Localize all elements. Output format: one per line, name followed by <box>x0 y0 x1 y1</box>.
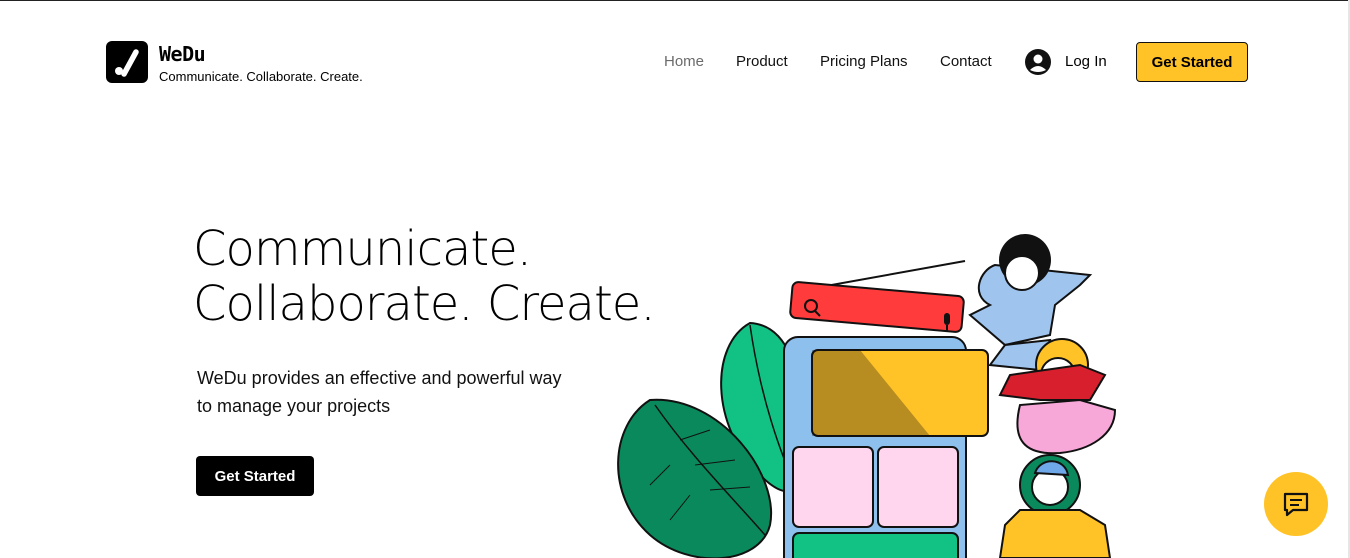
user-avatar-icon[interactable] <box>1025 49 1051 75</box>
microphone-icon <box>944 313 950 325</box>
hero-description: WeDu provides an effective and powerful … <box>197 368 562 416</box>
brand-name[interactable]: WeDu <box>159 42 206 66</box>
login-link[interactable]: Log In <box>1065 53 1107 70</box>
hero-title-line-1: Communicate. <box>193 221 532 277</box>
hero-title: Communicate. Collaborate. Create. <box>193 221 656 332</box>
hero-get-started-button[interactable]: Get Started <box>196 456 314 496</box>
people-illustration <box>968 234 1117 558</box>
hero-illustration <box>610 225 1130 558</box>
leaf-illustration <box>617 321 808 558</box>
logo-icon[interactable] <box>106 41 148 83</box>
chat-button[interactable] <box>1264 472 1328 536</box>
brand-tagline: Communicate. Collaborate. Create. <box>159 69 363 84</box>
hero-title-line-2: Collaborate. Create. <box>193 276 656 332</box>
chat-bubble-icon <box>1283 492 1309 517</box>
search-bar-illustration <box>789 260 966 333</box>
nav-item-home[interactable]: Home <box>664 53 704 70</box>
nav-item-product[interactable]: Product <box>736 53 788 70</box>
top-border <box>0 0 1350 1</box>
header-get-started-button[interactable]: Get Started <box>1136 42 1248 82</box>
nav-item-contact[interactable]: Contact <box>940 53 992 70</box>
nav-item-pricing-plans[interactable]: Pricing Plans <box>820 53 908 70</box>
phone-illustration <box>783 336 989 558</box>
